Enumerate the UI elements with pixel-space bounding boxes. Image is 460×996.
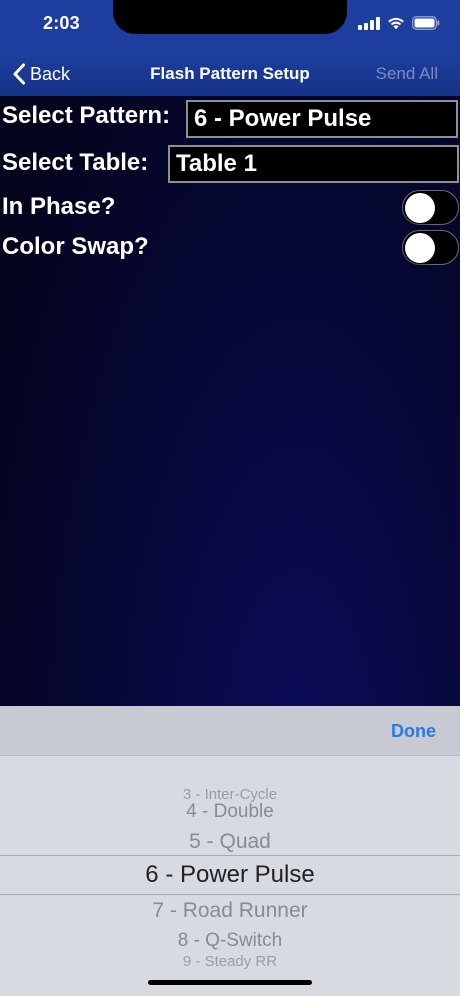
picker-toolbar: Done bbox=[0, 706, 460, 756]
wifi-icon bbox=[387, 16, 405, 30]
picker-sheet: Done 3 - Inter-Cycle 4 - Double 5 - Quad… bbox=[0, 706, 460, 996]
table-label: Select Table: bbox=[2, 149, 149, 176]
toggle-knob bbox=[405, 192, 435, 223]
in-phase-toggle[interactable] bbox=[402, 190, 459, 225]
pattern-field[interactable]: 6 - Power Pulse bbox=[186, 100, 458, 138]
in-phase-label: In Phase? bbox=[2, 193, 116, 220]
done-button[interactable]: Done bbox=[391, 721, 436, 742]
battery-icon bbox=[412, 16, 440, 30]
app-screen: 2:03 Back Flash Pattern Setup Send All S… bbox=[0, 0, 460, 996]
status-time: 2:03 bbox=[43, 13, 80, 33]
color-swap-label: Color Swap? bbox=[2, 233, 149, 260]
device-notch bbox=[113, 0, 347, 34]
picker-option[interactable]: 4 - Double bbox=[0, 801, 460, 823]
status-icons bbox=[358, 15, 440, 31]
picker-option[interactable]: 9 - Steady RR bbox=[0, 953, 460, 970]
picker-option[interactable]: 8 - Q-Switch bbox=[0, 930, 460, 952]
picker-option-selected[interactable]: 6 - Power Pulse bbox=[0, 861, 460, 889]
cellular-signal-icon bbox=[358, 16, 380, 30]
table-row: Select Table: Table 1 bbox=[0, 143, 460, 183]
table-field[interactable]: Table 1 bbox=[168, 145, 459, 183]
color-swap-toggle[interactable] bbox=[402, 230, 459, 265]
pattern-picker-wheel[interactable]: 3 - Inter-Cycle 4 - Double 5 - Quad 6 - … bbox=[0, 756, 460, 996]
pattern-row: Select Pattern: 6 - Power Pulse bbox=[0, 98, 460, 138]
pattern-label: Select Pattern: bbox=[2, 102, 171, 129]
color-swap-row: Color Swap? bbox=[0, 229, 460, 267]
picker-option[interactable]: 7 - Road Runner bbox=[0, 899, 460, 923]
in-phase-row: In Phase? bbox=[0, 189, 460, 227]
toggle-knob bbox=[405, 232, 435, 263]
navigation-header: 2:03 Back Flash Pattern Setup Send All bbox=[0, 0, 460, 96]
nav-bar: Back Flash Pattern Setup Send All bbox=[0, 52, 460, 96]
send-all-button[interactable]: Send All bbox=[376, 64, 438, 84]
home-indicator bbox=[148, 980, 312, 985]
picker-option[interactable]: 5 - Quad bbox=[0, 830, 460, 854]
